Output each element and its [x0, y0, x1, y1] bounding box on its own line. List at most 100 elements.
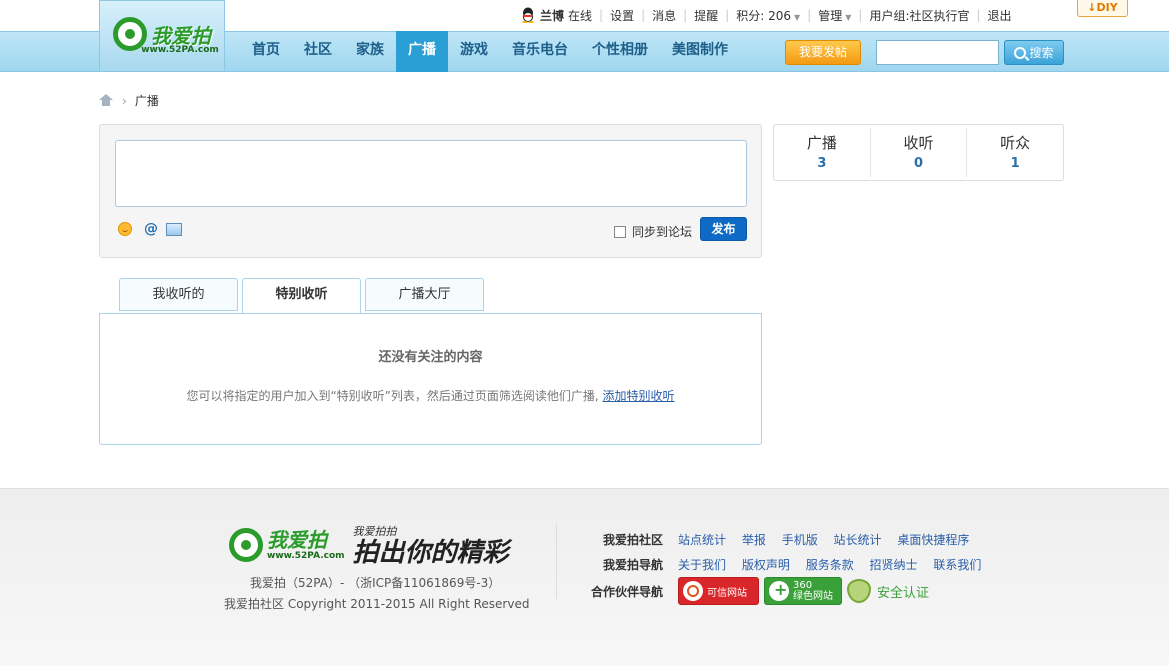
footer-row-community: 我爱拍社区 站点统计 举报 手机版 站长统计 桌面快捷程序	[570, 531, 981, 548]
sync-option[interactable]: 同步到论坛	[614, 223, 692, 240]
nav-item-photo-edit[interactable]: 美图制作	[660, 31, 740, 72]
new-post-button[interactable]: 我要发帖	[785, 40, 861, 65]
main-nav: 首页 社区 家族 广播 游戏 音乐电台 个性相册 美图制作	[240, 31, 740, 72]
badge-label: 绿色网站	[793, 591, 833, 602]
empty-state-text: 您可以将指定的用户加入到“特别收听”列表，然后通过页面筛选阅读他们广播,	[186, 389, 603, 403]
chevron-right-icon: ›	[122, 93, 127, 108]
nav-item-home[interactable]: 首页	[240, 31, 292, 72]
tab-my-following[interactable]: 我收听的	[119, 278, 238, 311]
separator: |	[725, 8, 730, 22]
search-input[interactable]	[876, 40, 999, 65]
trusted-site-badge[interactable]: 可信网站	[678, 577, 759, 605]
stat-label: 听众	[1000, 134, 1031, 152]
add-special-following-link[interactable]: 添加特别收听	[603, 389, 675, 403]
separator: |	[641, 8, 646, 22]
security-badge[interactable]: 安全认证	[847, 579, 929, 603]
diy-button[interactable]: ↓DIY	[1077, 0, 1128, 17]
slogan-big: 拍出你的精彩	[352, 538, 509, 568]
footer-link[interactable]: 站点统计	[678, 533, 726, 547]
manage-label: 管理	[818, 8, 843, 23]
stat-following[interactable]: 收听 0	[871, 128, 968, 177]
sync-checkbox[interactable]	[614, 225, 626, 238]
separator: |	[599, 8, 604, 22]
footer-row-heading: 我爱拍社区	[602, 533, 663, 547]
empty-state-description: 您可以将指定的用户加入到“特别收听”列表，然后通过页面筛选阅读他们广播, 添加特…	[100, 387, 761, 404]
trust-seal-icon	[683, 581, 703, 601]
site-logo[interactable]: 我爱拍 www.52PA.com	[99, 0, 225, 72]
reminders-link[interactable]: 提醒	[694, 7, 718, 24]
image-icon[interactable]	[166, 222, 182, 236]
footer-link[interactable]: 站长统计	[834, 533, 882, 547]
publish-button[interactable]: 发布	[700, 217, 747, 241]
logo-url: www.52PA.com	[141, 45, 219, 55]
tab-panel: 还没有关注的内容 您可以将指定的用户加入到“特别收听”列表，然后通过页面筛选阅读…	[99, 313, 762, 445]
footer-icp: 我爱拍（52PA）- （浙ICP备11061869号-3）	[250, 576, 501, 590]
separator: |	[858, 8, 863, 22]
tab-special-following[interactable]: 特别收听	[242, 278, 361, 314]
footer-logo-text: 我爱拍	[267, 528, 327, 552]
footer-row-heading: 我爱拍导航	[602, 558, 663, 572]
footer-link[interactable]: 招贤纳士	[870, 558, 918, 572]
search-button[interactable]: 搜索	[1004, 40, 1064, 65]
user-bar: 兰博 在线 | 设置 | 消息 | 提醒 | 积分: 206 ▼ | 管理 ▼ | …	[520, 6, 1012, 24]
sync-label: 同步到论坛	[632, 225, 693, 239]
stat-broadcasts[interactable]: 广播 3	[774, 128, 871, 177]
badge-number: 360	[793, 580, 813, 591]
settings-link[interactable]: 设置	[610, 7, 634, 24]
chevron-down-icon: ▼	[845, 12, 852, 22]
footer-link[interactable]: 桌面快捷程序	[897, 533, 969, 547]
search-button-label: 搜索	[1029, 46, 1054, 60]
score-dropdown[interactable]: 积分: 206 ▼	[736, 7, 800, 24]
mention-icon[interactable]: @	[144, 222, 158, 236]
compose-toolbar: @	[118, 222, 182, 236]
stat-label: 广播	[806, 134, 837, 152]
tab-broadcast-hall[interactable]: 广播大厅	[365, 278, 484, 311]
qq-penguin-icon	[522, 7, 534, 23]
footer-divider	[556, 523, 557, 599]
usergroup-link[interactable]: 用户组:社区执行官	[869, 7, 969, 24]
footer-link[interactable]: 举报	[742, 533, 766, 547]
slogan-small: 我爱拍拍	[352, 525, 397, 538]
empty-state-title: 还没有关注的内容	[378, 350, 483, 365]
broadcast-textarea[interactable]	[115, 140, 747, 207]
footer-row-partners: 合作伙伴导航 可信网站 360 绿色网站 安全认证	[570, 577, 929, 605]
nav-item-album[interactable]: 个性相册	[580, 31, 660, 72]
diy-label: DIY	[1096, 1, 1118, 14]
footer-link[interactable]: 服务条款	[806, 558, 854, 572]
security-label: 安全认证	[877, 585, 930, 601]
lens-logo-icon	[113, 17, 147, 51]
separator: |	[683, 8, 688, 22]
separator: |	[976, 8, 981, 22]
online-status: 在线	[568, 8, 593, 23]
search-icon	[1014, 46, 1027, 59]
shield-icon	[847, 579, 871, 603]
footer-row-heading: 合作伙伴导航	[590, 584, 663, 599]
footer-link[interactable]: 手机版	[782, 533, 818, 547]
footer-link[interactable]: 联系我们	[933, 558, 981, 572]
green-site-badge[interactable]: 360 绿色网站	[764, 577, 842, 605]
separator: |	[807, 8, 812, 22]
nav-item-broadcast[interactable]: 广播	[396, 31, 448, 72]
arrow-down-icon: ↓	[1087, 1, 1097, 14]
plus-seal-icon	[769, 580, 789, 601]
score-label: 积分: 206	[736, 8, 792, 23]
footer: 我爱拍 www.52PA.com 我爱拍拍 拍出你的精彩 我爱拍（52PA）- …	[0, 488, 1169, 666]
logout-link[interactable]: 退出	[988, 7, 1012, 24]
nav-item-music-radio[interactable]: 音乐电台	[500, 31, 580, 72]
username-link[interactable]: 兰博	[540, 7, 564, 24]
manage-dropdown[interactable]: 管理 ▼	[818, 7, 851, 24]
footer-logo: 我爱拍 www.52PA.com 我爱拍拍 拍出你的精彩	[229, 523, 509, 567]
footer-logo-url: www.52PA.com	[267, 551, 345, 561]
footer-link[interactable]: 版权声明	[742, 558, 790, 572]
home-icon[interactable]	[99, 94, 114, 107]
stat-listeners[interactable]: 听众 1	[967, 128, 1063, 177]
messages-link[interactable]: 消息	[652, 7, 676, 24]
footer-link[interactable]: 关于我们	[678, 558, 726, 572]
nav-item-games[interactable]: 游戏	[448, 31, 500, 72]
footer-copyright: 我爱拍社区 Copyright 2011-2015 All Right Rese…	[224, 597, 530, 611]
nav-item-community[interactable]: 社区	[292, 31, 344, 72]
badge-label: 可信网站	[707, 587, 747, 599]
lens-logo-icon	[229, 528, 263, 562]
nav-item-family[interactable]: 家族	[344, 31, 396, 72]
emoji-icon[interactable]	[118, 222, 132, 236]
